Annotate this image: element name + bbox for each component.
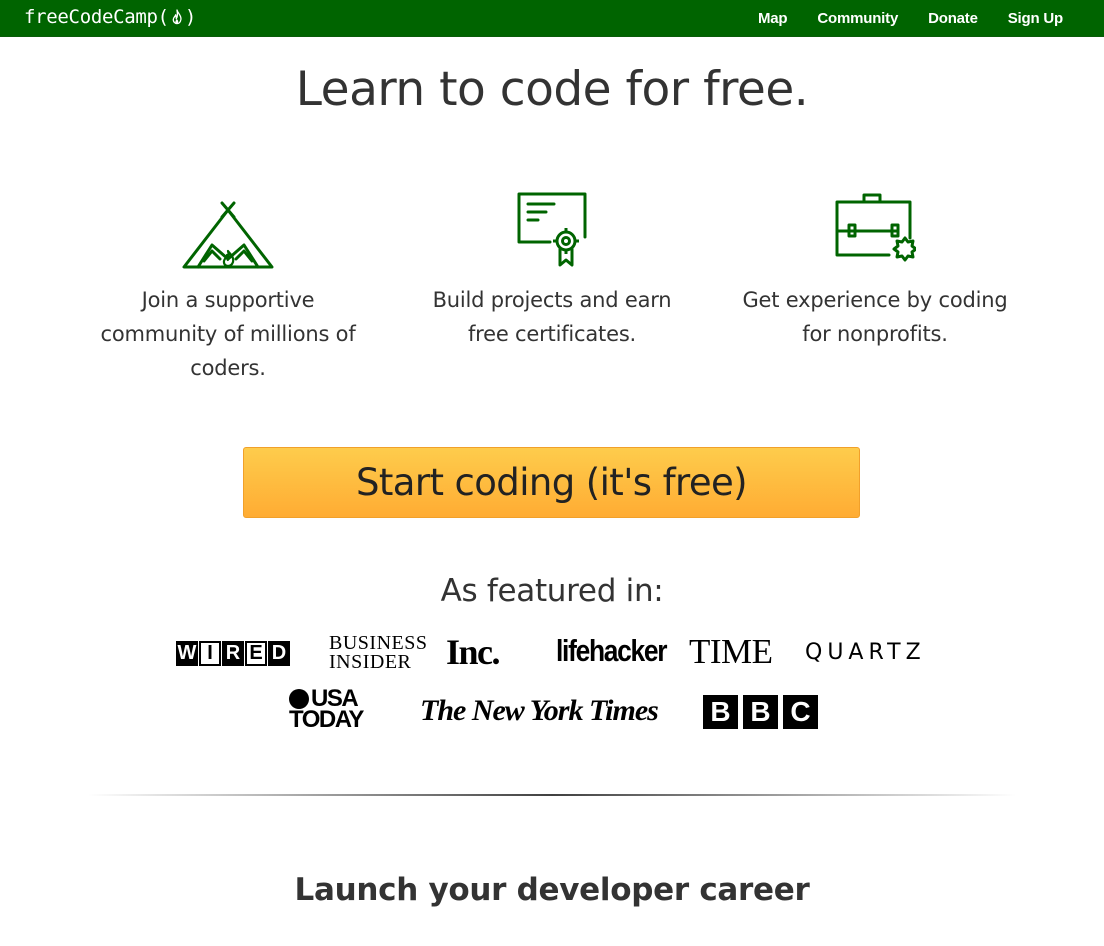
bbc-letter: B: [703, 695, 738, 729]
certificate-icon: [517, 192, 587, 267]
wired-letter: D: [268, 641, 290, 666]
section-divider: [88, 794, 1016, 796]
wired-letter: E: [245, 641, 267, 666]
time-logo: TIME: [689, 632, 773, 671]
nav-link-sign-up[interactable]: Sign Up: [1008, 10, 1063, 27]
wired-letter: W: [176, 641, 198, 666]
campfire-tent-icon: [182, 201, 274, 269]
feature-caption: Get experience by coding for nonprofits.: [742, 288, 1008, 346]
feature-caption: Join a supportive community of millions …: [100, 288, 356, 380]
page-headline: Learn to code for free.: [295, 62, 809, 117]
inc-logo: Inc.: [446, 632, 501, 672]
brand-name: freeCodeCamp: [24, 6, 158, 28]
feature-community: Join a supportive community of millions …: [78, 185, 378, 385]
wired-logo: W I R E D: [176, 641, 291, 666]
usa-today-logo: USA TODAY: [289, 687, 364, 733]
feature-caption: Build projects and earn free certificate…: [432, 288, 672, 346]
business-insider-line-2: INSIDER: [329, 651, 412, 673]
bbc-logo: B B C: [703, 695, 823, 729]
bbc-letter: B: [743, 695, 778, 729]
navbar: freeCodeCamp( ) Map Community Donate Sig…: [0, 0, 1104, 37]
brand-logo[interactable]: freeCodeCamp( ): [24, 6, 196, 28]
nav-link-map[interactable]: Map: [758, 10, 788, 27]
new-york-times-logo: The New York Times: [420, 694, 659, 727]
bbc-letter: C: [783, 695, 818, 729]
nav-links: Map Community Donate Sign Up: [728, 0, 1063, 37]
feature-certificates: Build projects and earn free certificate…: [402, 185, 702, 351]
wired-letter: I: [199, 641, 221, 666]
start-coding-button[interactable]: Start coding (it's free): [243, 447, 860, 518]
briefcase-icon: [835, 193, 916, 262]
quartz-logo: QUARTZ: [805, 640, 926, 665]
lifehacker-logo: lifehacker: [556, 633, 668, 668]
usa-today-line-2: TODAY: [289, 706, 364, 733]
flame-icon: [172, 9, 182, 25]
nav-link-community[interactable]: Community: [817, 10, 898, 27]
featured-title: As featured in:: [440, 573, 664, 609]
brand-paren-open: (: [157, 6, 169, 28]
feature-nonprofits: Get experience by coding for nonprofits.: [725, 185, 1025, 351]
nav-link-donate[interactable]: Donate: [928, 10, 978, 27]
brand-paren-close: ): [184, 6, 196, 28]
business-insider-logo: BUSINESS INSIDER: [329, 633, 427, 673]
wired-letter: R: [222, 641, 244, 666]
career-section-title: Launch your developer career: [294, 872, 810, 908]
